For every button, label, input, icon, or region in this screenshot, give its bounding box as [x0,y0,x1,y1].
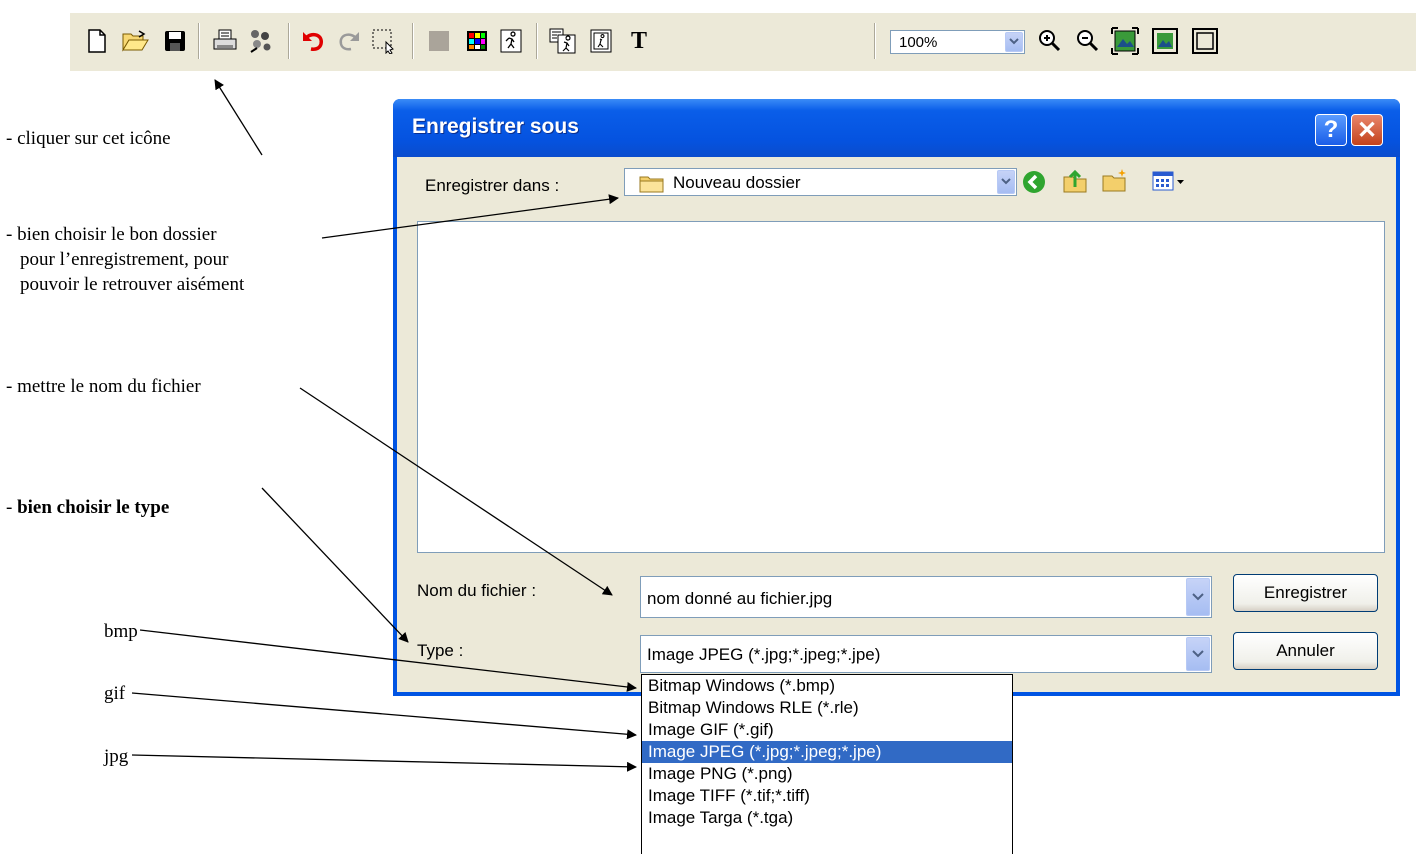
chevron-down-icon[interactable] [1186,637,1210,671]
annotation-type-bold: bien choisir le type [17,497,170,518]
annotation-folder-line3: pouvoir le retrouver aisément [20,274,245,295]
new-folder-icon[interactable] [1101,167,1129,195]
toolbar-separator [536,23,538,59]
annotation-filename: - mettre le nom du fichier [6,376,201,397]
up-folder-icon[interactable] [1061,167,1089,195]
select-icon[interactable] [370,26,398,56]
filename-field[interactable]: nom donné au fichier.jpg [640,576,1212,618]
type-option-selected[interactable]: Image JPEG (*.jpg;*.jpeg;*.jpe) [642,741,1012,763]
save-in-label: Enregistrer dans : [425,176,560,195]
arrow-gif [131,692,637,740]
fit-window-icon[interactable] [1150,26,1180,56]
palette-icon[interactable] [464,26,490,56]
new-file-icon[interactable] [84,26,110,56]
open-folder-icon[interactable] [119,26,151,56]
save-button[interactable]: Enregistrer [1233,574,1378,612]
dialog-body: Enregistrer dans : Nouveau dossier Nom d… [397,157,1396,692]
scanner-icon[interactable] [246,26,276,56]
folder-icon [639,176,664,193]
view-menu-icon[interactable] [1151,169,1187,195]
toolbar-separator [198,23,200,59]
annotation-jpg: jpg [104,746,129,767]
annotation-click-icon: - cliquer sur cet icône [6,128,171,149]
toolbar-separator [412,23,414,59]
gray-color-icon[interactable] [426,26,452,56]
save-in-value: Nouveau dossier [673,173,801,192]
type-value: Image JPEG (*.jpg;*.jpeg;*.jpe) [647,645,881,664]
annotation-folder-line2: pour l’enregistrement, pour [20,249,229,270]
save-icon[interactable] [162,26,188,56]
save-as-dialog: Enregistrer sous ? ✕ Enregistrer dans : … [393,99,1400,696]
chevron-down-icon[interactable] [997,170,1015,194]
filename-value: nom donné au fichier.jpg [647,589,833,608]
dialog-title: Enregistrer sous [412,115,579,138]
toolbar: T 100% [70,13,1416,71]
annotation-type-prefix: - [6,497,18,518]
annotation-folder-line1: - bien choisir le bon dossier [6,224,217,245]
annotation-type: - bien choisir le type [6,497,169,519]
print-icon[interactable] [210,26,240,56]
cancel-button[interactable]: Annuler [1233,632,1378,670]
type-option[interactable]: Image PNG (*.png) [642,763,1012,785]
filename-label: Nom du fichier : [417,581,537,600]
annotation-bmp: bmp [104,621,138,642]
zoom-value: 100% [899,34,938,51]
type-label: Type : [417,641,464,660]
annotation-gif: gif [104,683,126,704]
type-option[interactable]: Image Targa (*.tga) [642,807,1012,829]
close-button[interactable]: ✕ [1351,114,1383,146]
type-option[interactable]: Bitmap Windows (*.bmp) [642,675,1012,697]
type-select[interactable]: Image JPEG (*.jpg;*.jpeg;*.jpe) [640,635,1212,673]
back-icon[interactable] [1021,169,1047,195]
frame-icon[interactable] [588,26,614,56]
fit-icon[interactable] [1110,26,1140,56]
full-screen-icon[interactable] [1190,26,1220,56]
type-option[interactable]: Bitmap Windows RLE (*.rle) [642,697,1012,719]
save-in-select[interactable]: Nouveau dossier [624,168,1017,196]
redo-icon[interactable] [334,26,362,56]
zoom-in-icon[interactable] [1036,26,1064,56]
zoom-out-icon[interactable] [1074,26,1102,56]
image-tools-icon[interactable] [548,26,578,56]
arrow-to-save-icon [214,79,263,156]
file-list[interactable] [417,221,1385,553]
dialog-titlebar[interactable]: Enregistrer sous ? ✕ [393,99,1400,157]
help-button[interactable]: ? [1315,114,1347,146]
type-option[interactable]: Image GIF (*.gif) [642,719,1012,741]
undo-icon[interactable] [300,26,328,56]
image-icon[interactable] [498,26,524,56]
toolbar-separator [288,23,290,59]
arrow-jpg [131,754,637,772]
toolbar-separator [874,23,876,59]
chevron-down-icon[interactable] [1186,578,1210,616]
type-option[interactable]: Image TIFF (*.tif;*.tiff) [642,785,1012,807]
text-icon[interactable]: T [626,26,652,56]
zoom-select[interactable]: 100% [890,30,1025,54]
type-dropdown-list[interactable]: Bitmap Windows (*.bmp) Bitmap Windows RL… [641,674,1013,854]
arrow-to-type [261,487,409,643]
chevron-down-icon[interactable] [1005,32,1023,52]
